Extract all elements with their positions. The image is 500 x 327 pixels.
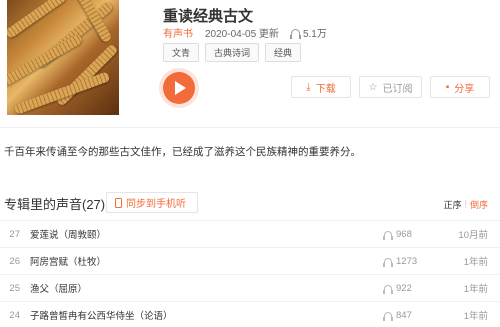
track-list: 27 爱莲说（周敦颐） 968 10月前 26 阿房宫赋（杜牧） 1273 1年… <box>0 220 500 327</box>
track-time: 1年前 <box>463 284 488 295</box>
phone-icon <box>115 197 122 208</box>
track-name[interactable]: 子路曾皙冉有公西华侍坐（论语） <box>30 308 173 322</box>
track-row[interactable]: 25 渔父（屈原） 922 1年前 <box>0 274 500 301</box>
track-time: 1年前 <box>463 257 488 268</box>
sync-label: 同步到手机听 <box>126 199 186 210</box>
album-meta: 有声书 2020-04-05 更新 5.1万 <box>163 25 327 40</box>
track-time: 10月前 <box>458 230 488 241</box>
album-intro: 千百年来传诵至今的那些古文佳作，已经成了滋养这个民族精神的重要养分。 <box>4 146 361 158</box>
track-plays-value: 922 <box>396 282 412 294</box>
track-plays: 1273 <box>383 255 418 267</box>
track-row[interactable]: 26 阿房宫赋（杜牧） 1273 1年前 <box>0 247 500 274</box>
track-plays-value: 968 <box>396 228 412 240</box>
tag-item[interactable]: 经典 <box>265 43 302 62</box>
subscribe-button[interactable]: ☆ 已订阅 <box>359 76 422 98</box>
tag-item[interactable]: 古典诗词 <box>205 43 260 62</box>
divider <box>0 127 500 128</box>
track-number: 26 <box>9 255 20 267</box>
subscribe-label: 已订阅 <box>382 83 413 95</box>
sort-toggle: 正序 | 倒序 <box>444 198 488 211</box>
track-name[interactable]: 爱莲说（周敦颐） <box>30 227 106 241</box>
tracks-section-title: 专辑里的声音(27) <box>4 197 106 212</box>
track-plays-value: 847 <box>396 309 412 321</box>
album-cover-image <box>7 0 119 115</box>
track-time: 1年前 <box>463 311 488 322</box>
update-date: 2020-04-05 更新 <box>205 29 279 40</box>
headphone-icon <box>383 311 393 321</box>
track-plays: 847 <box>383 309 412 321</box>
album-actions: ⤓ 下载 ☆ 已订阅 ▪ 分享 <box>291 76 490 98</box>
headphone-icon <box>383 284 393 294</box>
download-button[interactable]: ⤓ 下载 <box>291 76 351 98</box>
track-name[interactable]: 渔父（屈原） <box>30 281 87 295</box>
track-number: 24 <box>9 309 20 321</box>
download-label: 下载 <box>315 83 336 95</box>
sort-desc-button[interactable]: 倒序 <box>470 198 488 211</box>
play-count-value: 5.1万 <box>302 29 327 40</box>
share-button[interactable]: ▪ 分享 <box>430 76 490 98</box>
track-name[interactable]: 阿房宫赋（杜牧） <box>30 254 106 268</box>
play-button[interactable] <box>163 72 195 104</box>
track-row[interactable]: 24 子路曾皙冉有公西华侍坐（论语） 847 1年前 <box>0 301 500 327</box>
source-label[interactable]: 有声书 <box>163 25 193 40</box>
album-cover <box>7 0 135 115</box>
track-plays: 968 <box>383 228 412 240</box>
download-icon: ⤓ <box>306 81 311 93</box>
play-count: 5.1万 <box>289 25 327 40</box>
sort-separator: | <box>464 198 467 208</box>
album-title: 重读经典古文 <box>163 8 254 25</box>
share-label: 分享 <box>454 83 475 95</box>
sync-to-phone-button[interactable]: 同步到手机听 <box>106 192 198 213</box>
track-number: 27 <box>9 228 20 240</box>
tag-item[interactable]: 文青 <box>163 43 200 62</box>
tag-list: 文青 古典诗词 经典 <box>163 43 302 62</box>
track-plays: 922 <box>383 282 412 294</box>
headphone-icon <box>383 230 393 240</box>
star-icon: ☆ <box>368 81 378 93</box>
track-number: 25 <box>9 282 20 294</box>
sort-asc-button[interactable]: 正序 <box>444 198 462 211</box>
track-plays-value: 1273 <box>396 255 418 267</box>
headphone-icon <box>383 257 393 267</box>
share-icon: ▪ <box>445 81 450 93</box>
track-row[interactable]: 27 爱莲说（周敦颐） 968 10月前 <box>0 220 500 247</box>
headphone-icon <box>289 28 301 39</box>
